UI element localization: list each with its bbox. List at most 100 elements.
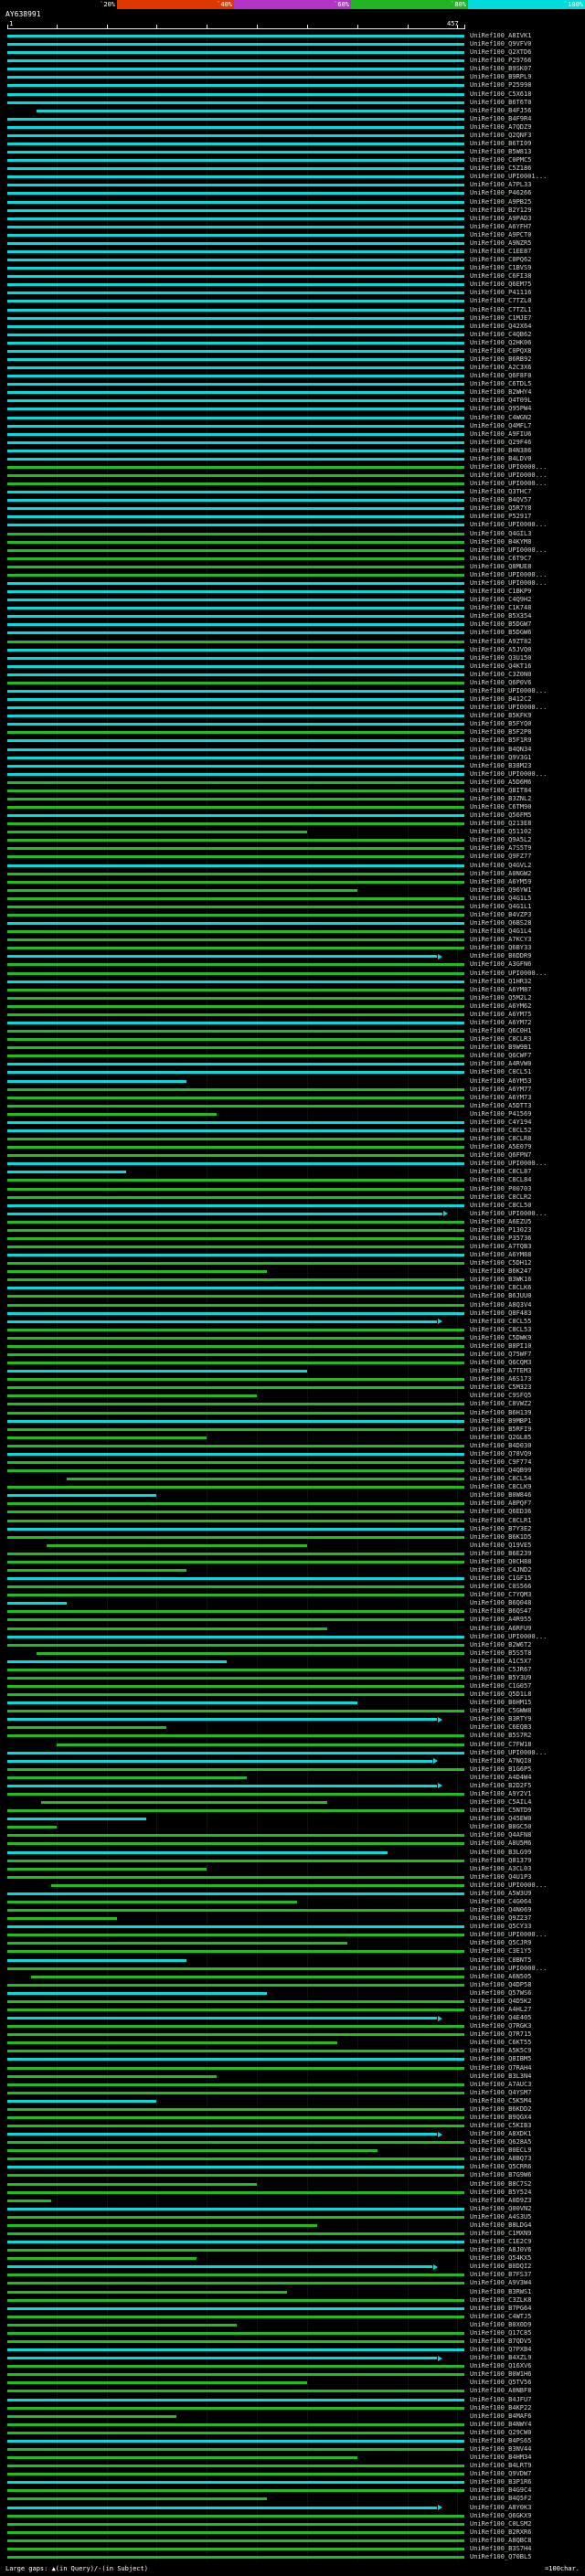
alignment-bar[interactable] [7, 1312, 464, 1315]
alignment-bar[interactable] [7, 739, 464, 742]
hit-row[interactable]: UniRef100_B9SK07 [0, 65, 585, 73]
alignment-bar[interactable] [7, 906, 464, 908]
hit-row[interactable]: UniRef100_A0NGW2 [0, 870, 585, 878]
alignment-bar[interactable] [7, 2407, 464, 2410]
hit-row[interactable]: UniRef100_P41569 [0, 1110, 585, 1118]
hit-row[interactable]: UniRef100_B7PG64 [0, 2305, 585, 2313]
alignment-bar[interactable] [7, 1105, 464, 1108]
alignment-bar[interactable] [7, 1329, 464, 1331]
alignment-bar[interactable] [7, 881, 464, 884]
hit-row[interactable]: UniRef100_B6RB92 [0, 355, 585, 364]
hit-row[interactable]: UniRef100_Q8MUE8 [0, 563, 585, 571]
alignment-bar[interactable] [7, 631, 464, 634]
alignment-bar[interactable] [7, 2017, 437, 2019]
alignment-bar[interactable] [7, 1445, 464, 1447]
hit-row[interactable]: UniRef100_B5DGW7 [0, 620, 585, 629]
alignment-bar[interactable] [7, 2515, 464, 2518]
hit-row[interactable]: UniRef100_C5JR67 [0, 1666, 585, 1674]
hit-row[interactable]: UniRef100_B5FYQ0 [0, 720, 585, 728]
alignment-bar[interactable] [7, 134, 464, 137]
hit-row[interactable]: UniRef100_C8CLR8 [0, 1135, 585, 1143]
hit-row[interactable]: UniRef100_B4PS65 [0, 2437, 585, 2445]
hit-row[interactable]: UniRef100_B2D2F5 [0, 1782, 585, 1790]
hit-row[interactable]: UniRef100_Q16XV6 [0, 2362, 585, 2370]
hit-row[interactable]: UniRef100_A9ZT82 [0, 638, 585, 646]
alignment-bar[interactable] [7, 184, 464, 186]
hit-row[interactable]: UniRef100_C5Z186 [0, 164, 585, 173]
hit-row[interactable]: UniRef100_B4VZP3 [0, 911, 585, 919]
alignment-bar[interactable] [7, 1669, 464, 1671]
hit-row[interactable]: UniRef100_A7PL33 [0, 181, 585, 189]
alignment-bar[interactable] [7, 2116, 464, 2119]
hit-row[interactable]: UniRef100_C5X618 [0, 90, 585, 99]
hit-row[interactable]: UniRef100_C5DH12 [0, 1259, 585, 1267]
hit-row[interactable]: UniRef100_Q4T09L [0, 397, 585, 405]
hit-row[interactable]: UniRef100_B5RFI9 [0, 1426, 585, 1434]
hit-row[interactable]: UniRef100_UPI0000... [0, 1749, 585, 1757]
hit-row[interactable]: UniRef100_B1G6P5 [0, 1765, 585, 1774]
hit-row[interactable]: UniRef100_B4XZL9 [0, 2354, 585, 2362]
alignment-bar[interactable] [7, 1046, 464, 1049]
hit-row[interactable]: UniRef100_C8CL87 [0, 1168, 585, 1176]
alignment-bar[interactable] [7, 1113, 217, 1116]
alignment-bar[interactable] [7, 682, 464, 684]
hit-row[interactable]: UniRef100_Q213E8 [0, 820, 585, 828]
hit-row[interactable]: UniRef100_C8CL84 [0, 1176, 585, 1184]
alignment-bar[interactable] [7, 1909, 464, 1912]
hit-row[interactable]: UniRef100_Q4D5K2 [0, 1998, 585, 2006]
hit-row[interactable]: UniRef100_A8XDK1 [0, 2130, 585, 2138]
alignment-bar[interactable] [7, 1901, 297, 1903]
alignment-bar[interactable] [7, 1229, 464, 1232]
hit-row[interactable]: UniRef100_B6DDR9 [0, 952, 585, 960]
hit-row[interactable]: UniRef100_B9QGX4 [0, 2114, 585, 2122]
alignment-bar[interactable] [7, 566, 464, 568]
alignment-bar[interactable] [7, 1030, 464, 1033]
alignment-bar[interactable] [7, 574, 464, 577]
hit-row[interactable]: UniRef100_B4KYM8 [0, 538, 585, 546]
hit-row[interactable]: UniRef100_C8CL54 [0, 1475, 585, 1483]
hit-row[interactable]: UniRef100_C9SFQ5 [0, 1392, 585, 1400]
hit-row[interactable]: UniRef100_C1BKP9 [0, 588, 585, 596]
alignment-bar[interactable] [7, 317, 464, 320]
alignment-bar[interactable] [7, 690, 464, 693]
alignment-bar[interactable] [7, 76, 464, 79]
alignment-bar[interactable] [7, 1121, 464, 1124]
alignment-bar[interactable] [7, 458, 464, 461]
alignment-bar[interactable] [7, 1785, 437, 1787]
alignment-bar[interactable] [7, 2157, 464, 2160]
alignment-bar[interactable] [7, 441, 464, 444]
alignment-bar[interactable] [7, 1188, 464, 1191]
alignment-bar[interactable] [7, 1146, 464, 1149]
hit-row[interactable]: UniRef100_B9MBP1 [0, 1417, 585, 1426]
hit-row[interactable]: UniRef100_Q3U150 [0, 654, 585, 663]
alignment-bar[interactable] [7, 358, 464, 361]
alignment-bar[interactable] [7, 2489, 464, 2492]
alignment-bar[interactable] [7, 2299, 464, 2302]
alignment-bar[interactable] [7, 209, 464, 212]
alignment-bar[interactable] [7, 226, 464, 228]
hit-row[interactable]: UniRef100_C1E2C9 [0, 2238, 585, 2246]
alignment-bar[interactable] [7, 2224, 317, 2227]
hit-row[interactable]: UniRef100_UPI0000... [0, 1160, 585, 1168]
hit-row[interactable]: UniRef100_B4D030 [0, 1442, 585, 1450]
hit-row[interactable]: UniRef100_Q4AFN8 [0, 1831, 585, 1839]
alignment-bar[interactable] [7, 1660, 227, 1663]
hit-row[interactable]: UniRef100_P35736 [0, 1235, 585, 1243]
alignment-bar[interactable] [7, 1967, 464, 1970]
hit-row[interactable]: UniRef100_C5DWK9 [0, 1334, 585, 1342]
alignment-bar[interactable] [7, 2174, 464, 2177]
alignment-bar[interactable] [7, 126, 464, 129]
alignment-bar[interactable] [7, 1959, 186, 1962]
alignment-bar[interactable] [7, 657, 464, 660]
hit-row[interactable]: UniRef100_Q96YW1 [0, 886, 585, 895]
alignment-bar[interactable] [7, 731, 464, 734]
hit-row[interactable]: UniRef100_C5AIL4 [0, 1798, 585, 1807]
alignment-bar[interactable] [7, 2348, 464, 2351]
alignment-bar[interactable] [7, 1502, 464, 1505]
hit-row[interactable]: UniRef100_Q4E405 [0, 2014, 585, 2022]
hit-row[interactable]: UniRef100_Q5R7Y8 [0, 504, 585, 513]
hit-row[interactable]: UniRef100_Q6F8F0 [0, 372, 585, 380]
hit-row[interactable]: UniRef100_Q4G1L5 [0, 895, 585, 903]
alignment-bar[interactable] [7, 972, 464, 975]
hit-row[interactable]: UniRef100_A6YM59 [0, 878, 585, 886]
